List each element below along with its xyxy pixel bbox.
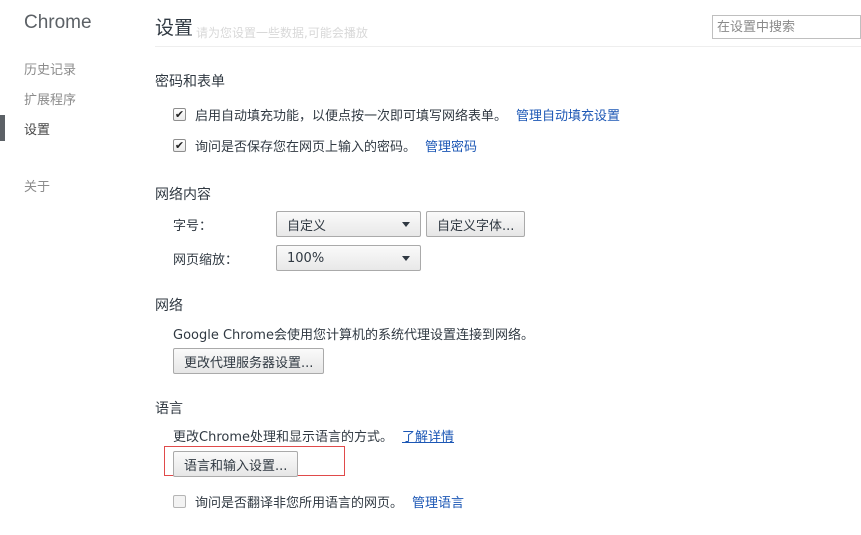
header-ghost-text: 请为您设置一些数据,可能会播放 [196,26,368,40]
autofill-row: ✔ 启用自动填充功能，以便点按一次即可填写网络表单。 管理自动填充设置 [173,105,620,124]
font-size-value: 自定义 [287,218,327,234]
chevron-down-icon [402,221,410,227]
autofill-label: 启用自动填充功能，以便点按一次即可填写网络表单。 [195,109,508,124]
page-zoom-value: 100% [287,250,325,266]
network-description: Google Chrome会使用您计算机的系统代理设置连接到网络。 [173,328,534,343]
search-input[interactable] [712,15,861,39]
translate-label: 询问是否翻译非您所用语言的网页。 [195,496,404,511]
sidebar-item-about[interactable]: 关于 [24,176,50,195]
customize-fonts-button[interactable]: 自定义字体... [426,211,526,237]
save-password-label: 询问是否保存您在网页上输入的密码。 [195,140,417,155]
page-zoom-select[interactable]: 100% [276,245,421,271]
languages-description: 更改Chrome处理和显示语言的方式。 [173,430,393,445]
sidebar-item-history[interactable]: 历史记录 [24,59,76,78]
sidebar-item-extensions[interactable]: 扩展程序 [24,89,76,108]
zoom-label: 网页缩放： [173,253,239,268]
save-password-row: ✔ 询问是否保存您在网页上输入的密码。 管理密码 [173,136,477,155]
active-nav-marker [0,115,5,141]
section-title-network: 网络 [155,298,183,314]
change-proxy-button[interactable]: 更改代理服务器设置... [173,348,325,374]
brand-title: Chrome [24,12,92,33]
sidebar-item-settings[interactable]: 设置 [24,119,50,138]
translate-checkbox[interactable] [173,495,186,508]
section-title-passwords: 密码和表单 [155,74,225,90]
page-title: 设置 [155,17,194,39]
languages-description-row: 更改Chrome处理和显示语言的方式。 了解详情 [173,426,454,445]
manage-languages-link[interactable]: 管理语言 [412,492,464,511]
font-size-select[interactable]: 自定义 [276,211,421,237]
learn-more-link[interactable]: 了解详情 [402,426,454,445]
save-password-checkbox[interactable]: ✔ [173,139,186,152]
sidebar: Chrome 历史记录 扩展程序 设置 关于 [0,0,148,535]
font-size-label: 字号： [173,219,213,234]
section-title-languages: 语言 [155,401,183,417]
autofill-checkbox[interactable]: ✔ [173,108,186,121]
chevron-down-icon [402,255,410,261]
language-input-settings-button[interactable]: 语言和输入设置... [173,451,299,477]
manage-autofill-link[interactable]: 管理自动填充设置 [516,105,620,124]
manage-passwords-link[interactable]: 管理密码 [425,136,477,155]
header-divider [155,46,861,47]
translate-row: 询问是否翻译非您所用语言的网页。 管理语言 [173,492,464,511]
section-title-web-content: 网络内容 [155,187,211,203]
